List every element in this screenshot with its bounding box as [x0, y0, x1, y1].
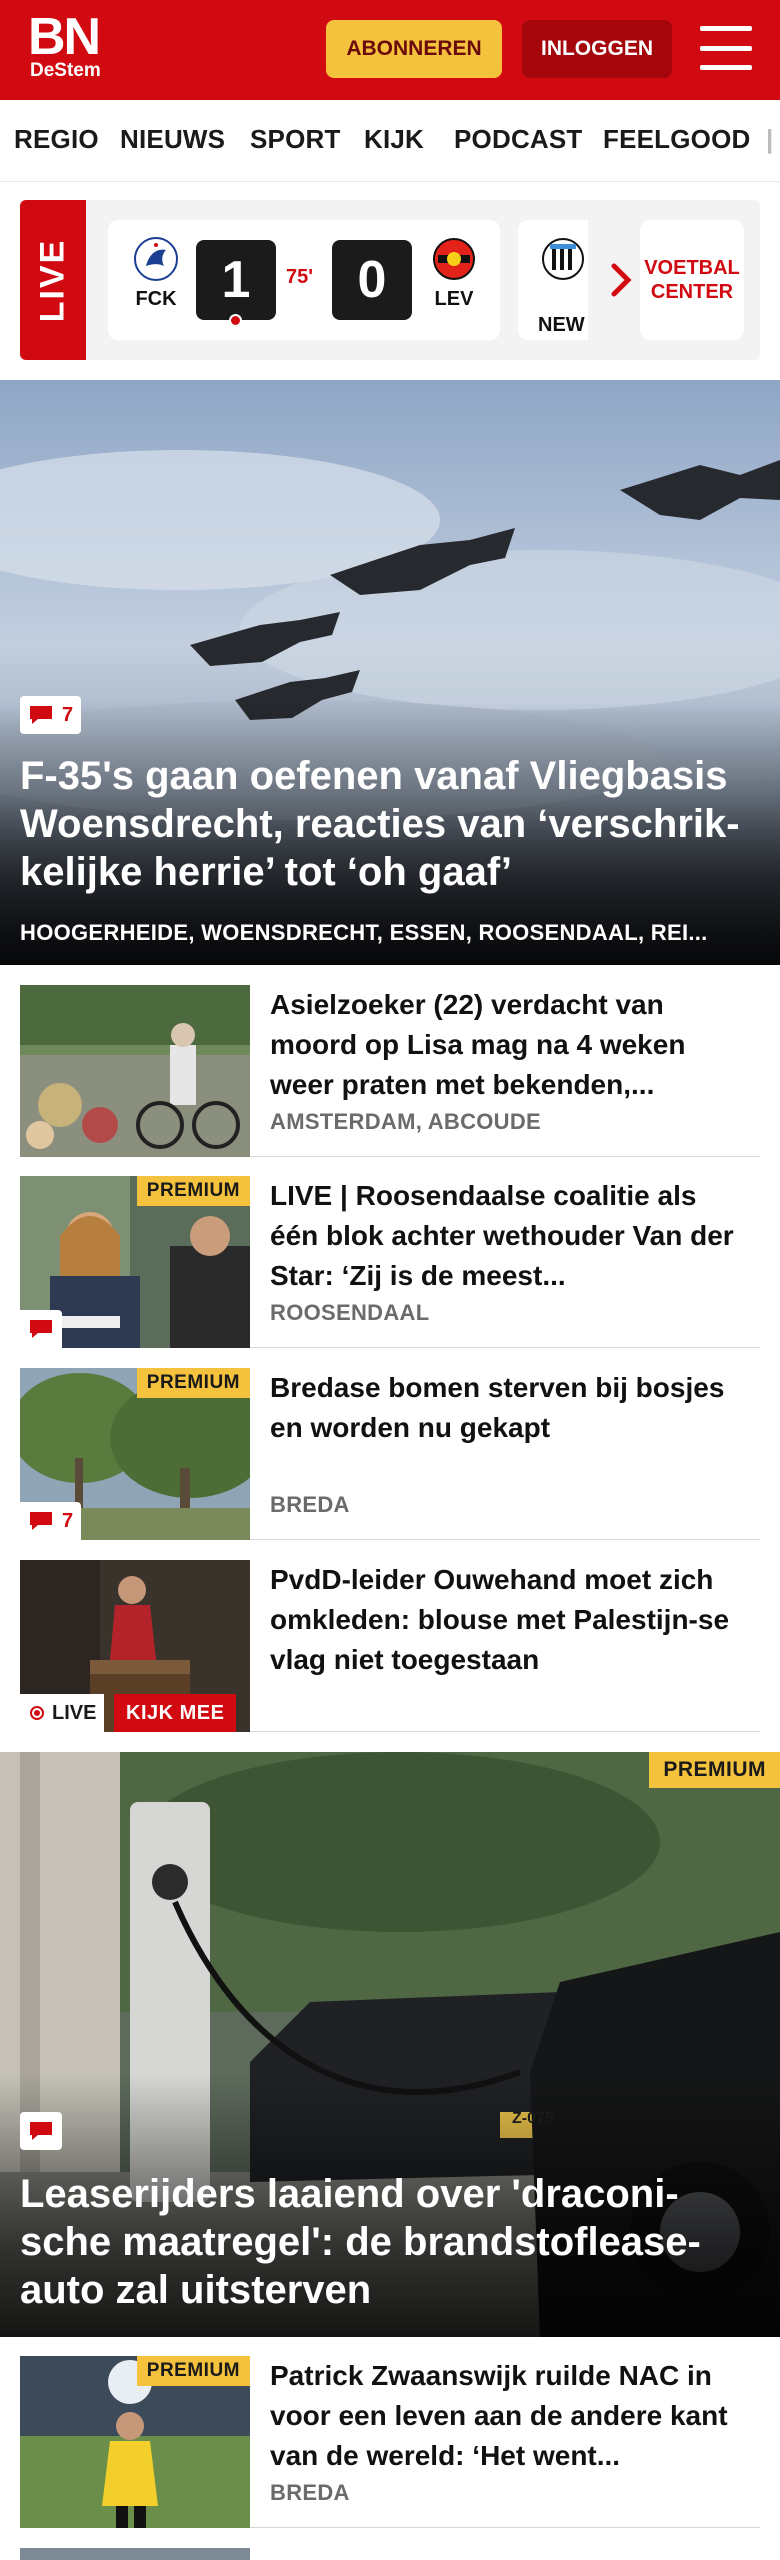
home-score: 1: [196, 240, 276, 327]
article-comment-count: 7: [62, 1509, 74, 1532]
nav-item-sport[interactable]: SPORT: [250, 124, 341, 155]
article-item[interactable]: PREMIUM Patrick Zwaanswijk ruilde NAC in…: [20, 2356, 760, 2528]
match-card-next[interactable]: NEW: [518, 220, 588, 340]
leverkusen-crest-icon: [433, 238, 475, 280]
subscribe-button[interactable]: ABONNEREN: [326, 20, 502, 78]
article-tag: AMSTERDAM, ABCOUDE: [270, 1109, 542, 1134]
live-badge: LIVE: [20, 1694, 105, 1732]
premium-badge: PREMIUM: [649, 1752, 780, 1788]
next-article-thumbnail-partial: [20, 2548, 250, 2560]
article-thumbnail: PREMIUM: [20, 2356, 250, 2528]
match-card[interactable]: FCK 1 75' 0 LEV: [108, 220, 500, 340]
logo-sub: DeStem: [30, 60, 101, 81]
live-badge-label: LIVE: [52, 1701, 97, 1724]
article-thumbnail: PREMIUM 7: [20, 1368, 250, 1540]
nav-item-podcast[interactable]: PODCAST: [454, 124, 583, 155]
article-thumbnail: LIVE KIJK MEE: [20, 1560, 250, 1732]
away-club: LEV: [424, 236, 484, 311]
article-item[interactable]: Asielzoeker (22) verdacht van moord op L…: [20, 985, 760, 1157]
article-tag: ROOSENDAAL: [270, 1300, 430, 1325]
live-tab[interactable]: LIVE: [20, 200, 86, 360]
article-thumbnail: PREMIUM: [20, 1176, 250, 1348]
match-minute: 75': [286, 266, 314, 288]
article-item[interactable]: PREMIUM 7 Bredase bomen sterven bij bosj…: [20, 1368, 760, 1540]
article-title: PvdD-leider Ouwehand moet zich omkleden:…: [270, 1564, 730, 1675]
nav-item-kijk[interactable]: KIJK: [364, 124, 424, 155]
menu-icon[interactable]: [700, 26, 752, 70]
chevron-right-icon[interactable]: [600, 252, 644, 308]
featured-article[interactable]: Z-075 PREMIUM Leaserijders laaiend over …: [0, 1752, 780, 2337]
live-scores-bar: LIVE FCK 1 75' 0 LEV NEW VOETBAL CENTER: [20, 200, 760, 360]
featured-title: Leaserijders laaiend over 'draconi-sche …: [20, 2172, 701, 2312]
hero-tags: HOOGERHEIDE, WOENSDRECHT, ESSEN, ROOSEND…: [20, 920, 708, 945]
premium-badge: PREMIUM: [136, 1368, 250, 1398]
featured-comment-badge: [20, 2112, 62, 2150]
article-tag: BREDA: [270, 1492, 350, 1517]
nav-item-regio[interactable]: REGIO: [14, 124, 99, 155]
article-title: Bredase bomen sterven bij bosjes en word…: [270, 1372, 725, 1443]
article-title: Asielzoeker (22) verdacht van moord op L…: [270, 989, 686, 1100]
hero-comment-badge: 7: [20, 696, 82, 734]
goal-indicator-icon: [229, 314, 242, 327]
live-dot-icon: [30, 1706, 44, 1720]
thumb-memorial-image: [20, 985, 250, 1157]
next-home-club-name: NEW: [538, 314, 585, 336]
premium-badge: PREMIUM: [136, 2356, 250, 2386]
article-title: Patrick Zwaanswijk ruilde NAC in voor ee…: [270, 2360, 728, 2471]
site-logo[interactable]: BN DeStem: [28, 8, 101, 82]
nav-item-feelgood[interactable]: FEELGOOD: [603, 124, 751, 155]
home-score-value: 1: [221, 251, 251, 309]
article-item[interactable]: LIVE KIJK MEE PvdD-leider Ouwehand moet …: [20, 1560, 760, 1732]
article-tag: BREDA: [270, 2480, 350, 2505]
login-button[interactable]: INLOGGEN: [522, 20, 672, 78]
home-club-name: FCK: [135, 288, 177, 310]
kijk-mee-button[interactable]: KIJK MEE: [114, 1694, 237, 1732]
away-club-name: LEV: [434, 288, 474, 310]
away-score-value: 0: [357, 251, 387, 309]
license-plate: Z-075: [512, 2110, 554, 2127]
premium-badge: PREMIUM: [136, 1176, 250, 1206]
live-tab-label: LIVE: [33, 238, 72, 322]
nav-item-nieuws[interactable]: NIEUWS: [120, 124, 225, 155]
newcastle-crest-icon: [542, 238, 584, 280]
article-thumbnail: [20, 985, 250, 1157]
hero-article[interactable]: 7 F-35's gaan oefenen vanaf Vliegbasis W…: [0, 380, 780, 965]
comment-icon: [30, 706, 52, 724]
comment-icon: [30, 1320, 52, 1338]
hero-comment-count: 7: [62, 703, 74, 726]
article-comment-badge: [20, 1310, 62, 1348]
away-score: 0: [332, 240, 412, 320]
section-nav: REGIO NIEUWS SPORT KIJK PODCAST FEELGOOD…: [0, 100, 780, 182]
logo-main: BN: [28, 8, 101, 66]
nav-item-overflow: |: [766, 124, 774, 154]
article-title: LIVE | Roosendaalse coalitie als één blo…: [270, 1180, 734, 1291]
comment-icon: [30, 2122, 52, 2140]
site-header: BN DeStem ABONNEREN INLOGGEN: [0, 0, 780, 100]
voetbal-center-button[interactable]: VOETBAL CENTER: [640, 220, 744, 340]
comment-icon: [30, 1512, 52, 1530]
fck-crest-icon: [134, 237, 178, 281]
home-club: FCK: [126, 236, 186, 311]
article-comment-badge: 7: [20, 1502, 82, 1540]
article-item[interactable]: PREMIUM LIVE | Roosendaalse coalitie als…: [20, 1176, 760, 1348]
hero-title: F-35's gaan oefenen vanaf Vliegbasis Woe…: [20, 754, 740, 894]
